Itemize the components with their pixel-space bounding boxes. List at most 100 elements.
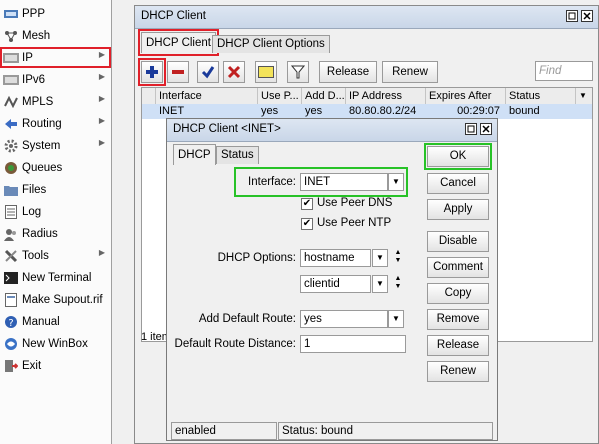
sidebar-item-new-terminal[interactable]: New Terminal: [0, 267, 111, 288]
sidebar-item-label: New WinBox: [22, 337, 88, 350]
use-peer-dns-label: Use Peer DNS: [317, 197, 393, 209]
use-peer-ntp-checkbox[interactable]: ✔: [301, 218, 313, 230]
sidebar-item-new-winbox[interactable]: New WinBox: [0, 333, 111, 354]
sidebar-item-mesh[interactable]: Mesh: [0, 25, 111, 46]
dhcp-option-1-updown-icon[interactable]: ▲ ▼: [392, 249, 404, 267]
disable-button[interactable]: Disable: [427, 231, 489, 252]
sidebar-item-routing[interactable]: Routing ▶: [0, 113, 111, 134]
manual-icon: ?: [3, 315, 19, 329]
default-route-distance-label: Default Route Distance:: [174, 338, 296, 350]
tools-icon: [3, 249, 19, 263]
sidebar-item-files[interactable]: Files: [0, 179, 111, 200]
comment-button[interactable]: Comment: [427, 257, 489, 278]
dhcp-option-1-dropdown-icon[interactable]: ▼: [372, 249, 388, 267]
comment-button[interactable]: [255, 61, 277, 83]
column-use-peer[interactable]: Use P...: [258, 88, 302, 104]
sidebar-item-ipv6[interactable]: IPv6 ▶: [0, 69, 111, 90]
sidebar-item-ip[interactable]: IP ▶: [0, 47, 111, 68]
sidebar-item-exit[interactable]: Exit: [0, 355, 111, 376]
add-default-route-label: Add Default Route:: [198, 313, 296, 325]
dialog-title-bar[interactable]: DHCP Client <INET>: [167, 119, 497, 142]
cell-expires-after: 00:29:07: [457, 105, 500, 117]
release-button[interactable]: Release: [319, 61, 377, 83]
find-input[interactable]: Find: [535, 61, 593, 81]
sidebar: PPP Mesh IP ▶ IPv6 ▶ MPLS ▶ Routing ▶ Sy…: [0, 0, 112, 444]
table-row[interactable]: INET yes yes 80.80.80.2/24 00:29:07 boun…: [142, 104, 592, 119]
sidebar-item-mpls[interactable]: MPLS ▶: [0, 91, 111, 112]
minus-icon: [172, 70, 184, 74]
add-default-route-dropdown-icon[interactable]: ▼: [388, 310, 404, 328]
sidebar-item-tools[interactable]: Tools ▶: [0, 245, 111, 266]
default-route-distance-input[interactable]: 1: [300, 335, 406, 353]
add-default-route-select[interactable]: yes: [300, 310, 388, 328]
filter-button[interactable]: [287, 61, 309, 83]
supout-icon: [3, 292, 19, 307]
tab-status[interactable]: Status: [216, 146, 259, 164]
dhcp-option-1-select[interactable]: hostname: [300, 249, 371, 267]
terminal-icon: [3, 271, 19, 285]
log-icon: [3, 204, 19, 219]
enable-button[interactable]: [197, 61, 219, 83]
column-add-default[interactable]: Add D...: [302, 88, 346, 104]
table-header: Interface Use P... Add D... IP Address E…: [142, 88, 592, 105]
apply-button[interactable]: Apply: [427, 199, 489, 220]
sidebar-item-label: PPP: [22, 7, 46, 20]
add-button[interactable]: [138, 58, 166, 86]
mpls-icon: [3, 95, 19, 109]
column-menu-icon[interactable]: ▼: [576, 88, 592, 104]
dhcp-option-2-dropdown-icon[interactable]: ▼: [372, 275, 388, 293]
sidebar-item-system[interactable]: System ▶: [0, 135, 111, 156]
renew-button[interactable]: Renew: [427, 361, 489, 382]
sidebar-item-label: Files: [22, 183, 47, 196]
dhcp-option-2-select[interactable]: clientid: [300, 275, 371, 293]
column-interface[interactable]: Interface: [156, 88, 258, 104]
submenu-arrow-icon: ▶: [98, 116, 105, 125]
column-ip-address[interactable]: IP Address: [346, 88, 426, 104]
sidebar-item-make-supout[interactable]: Make Supout.rif: [0, 289, 111, 310]
ip-icon: [3, 51, 19, 65]
window-title-bar[interactable]: DHCP Client: [135, 6, 598, 29]
submenu-arrow-icon: ▶: [98, 94, 105, 103]
tab-dhcp-client[interactable]: DHCP Client: [138, 29, 219, 56]
sidebar-item-manual[interactable]: ? Manual: [0, 311, 111, 332]
remove-button[interactable]: [167, 61, 189, 83]
sidebar-item-log[interactable]: Log: [0, 201, 111, 222]
ok-button[interactable]: OK: [424, 143, 492, 170]
exit-icon: [3, 359, 19, 373]
copy-button[interactable]: Copy: [427, 283, 489, 304]
release-button[interactable]: Release: [427, 335, 489, 356]
tab-dhcp-client-options[interactable]: DHCP Client Options: [212, 35, 330, 53]
renew-button[interactable]: Renew: [382, 61, 438, 83]
sidebar-item-ppp[interactable]: PPP: [0, 3, 111, 24]
use-peer-dns-checkbox[interactable]: ✔: [301, 198, 313, 210]
submenu-arrow-icon: ▶: [98, 72, 105, 81]
column-status[interactable]: Status: [506, 88, 576, 104]
sidebar-item-label: New Terminal: [22, 271, 92, 284]
restore-button[interactable]: [566, 10, 578, 22]
interface-dropdown-icon[interactable]: ▼: [388, 173, 404, 191]
disable-button[interactable]: [223, 61, 245, 83]
submenu-arrow-icon: ▶: [98, 248, 105, 257]
check-icon: [201, 66, 215, 79]
cell-status: bound: [509, 105, 540, 117]
remove-button[interactable]: Remove: [427, 309, 489, 330]
cell-use-peer: yes: [261, 105, 279, 117]
sidebar-item-queues[interactable]: Queues: [0, 157, 111, 178]
dialog-restore-button[interactable]: [465, 123, 477, 135]
routing-icon: [3, 117, 19, 131]
close-button[interactable]: [581, 10, 593, 22]
dhcp-options-label: DHCP Options:: [217, 252, 296, 264]
column-expires-after[interactable]: Expires After: [426, 88, 506, 104]
sidebar-item-label: IPv6: [22, 73, 46, 86]
queues-icon: [3, 161, 19, 175]
cell-add-default: yes: [305, 105, 323, 117]
dialog-close-button[interactable]: [480, 123, 492, 135]
interface-select[interactable]: INET: [300, 173, 388, 191]
tab-dhcp[interactable]: DHCP: [173, 144, 216, 165]
sidebar-item-label: Log: [22, 205, 42, 218]
cancel-button[interactable]: Cancel: [427, 173, 489, 194]
sidebar-item-label: Exit: [22, 359, 42, 372]
dhcp-option-2-updown-icon[interactable]: ▲ ▼: [392, 275, 404, 293]
sidebar-item-radius[interactable]: Radius: [0, 223, 111, 244]
table-column-selector[interactable]: [142, 88, 156, 104]
